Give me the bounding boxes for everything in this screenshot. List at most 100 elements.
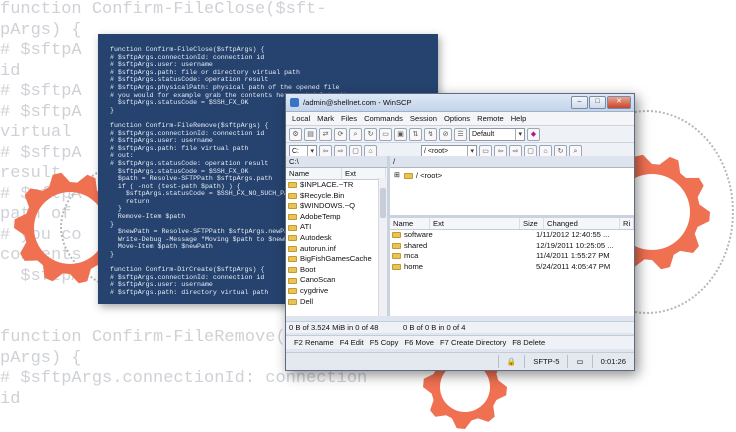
code-line: # $sftpArgs.connectionId: connection id [110, 53, 265, 61]
remote-col-changed[interactable]: Changed [544, 218, 620, 229]
transfer-icon[interactable]: ⇅ [409, 127, 422, 141]
remote-file-name: software [404, 230, 433, 239]
menu-help[interactable]: Help [511, 114, 527, 123]
code-line: # $sftpArgs.physicalPath: physical path … [110, 83, 340, 91]
local-file-row[interactable]: cygdrive [286, 286, 387, 297]
tree-item-root[interactable]: ⊞ / <root> [390, 171, 634, 182]
local-file-row[interactable]: BigFishGamesCache [286, 254, 387, 265]
menu-local[interactable]: Local [292, 114, 310, 123]
local-file-row[interactable]: $Recycle.Bin [286, 191, 387, 202]
folder-icon [288, 288, 297, 295]
f5-copy-button[interactable]: F5 Copy [370, 338, 399, 347]
folder-icon [392, 242, 401, 249]
menu-files[interactable]: Files [341, 114, 357, 123]
local-col-name[interactable]: Name [286, 168, 342, 179]
folder-icon [392, 253, 401, 260]
expand-icon: ⊞ [394, 172, 400, 179]
folder-icon [288, 203, 297, 210]
window-title: /admin@shellnet.com - WinSCP [303, 98, 412, 107]
menu-remote[interactable]: Remote [477, 114, 504, 123]
f4-edit-button[interactable]: F4 Edit [340, 338, 364, 347]
lock-icon: 🔒 [497, 355, 524, 368]
code-line: # $sftpArgs.path: file or directory virt… [110, 68, 300, 76]
transfer-settings-select[interactable]: Default ▾ [469, 127, 525, 141]
remote-dir-value: / <root> [424, 147, 449, 155]
minimize-button[interactable]: – [571, 96, 588, 109]
folder-icon [288, 214, 297, 221]
close-button[interactable]: ✕ [607, 96, 631, 109]
file-icon [288, 245, 297, 252]
folder-icon [392, 264, 401, 271]
folder-icon [288, 182, 297, 189]
folder-icon [288, 235, 297, 242]
local-file-row[interactable]: Dell [286, 297, 387, 308]
terminal-icon[interactable]: ▭ [379, 127, 392, 141]
remote-file-row[interactable]: shared 12/19/2011 10:25:05 ... [390, 241, 634, 252]
stop-icon[interactable]: ⊘ [439, 127, 452, 141]
remote-file-row[interactable]: mca 11/4/2011 1:55:27 PM [390, 251, 634, 262]
local-status: 0 B of 3.524 MiB in 0 of 48 [289, 323, 379, 332]
local-file-row[interactable]: Autodesk [286, 233, 387, 244]
f8-delete-button[interactable]: F8 Delete [512, 338, 545, 347]
app-icon [290, 98, 299, 107]
menu-mark[interactable]: Mark [317, 114, 334, 123]
preferences-icon[interactable]: ☰ [454, 127, 467, 141]
local-path: C:\ [286, 156, 387, 168]
maximize-button[interactable]: □ [589, 96, 606, 109]
local-file-name: Dell [300, 296, 314, 306]
winscp-window: /admin@shellnet.com - WinSCP – □ ✕ Local… [285, 93, 635, 371]
protocol-label: SFTP-5 [524, 355, 567, 368]
remote-col-rights[interactable]: Ri [620, 218, 634, 229]
remote-file-row[interactable]: home 5/24/2011 4:05:47 PM [390, 262, 634, 273]
compare-icon[interactable]: ⇄ [319, 127, 332, 141]
session-icon[interactable]: ◆ [527, 127, 540, 141]
folder-icon [288, 277, 297, 284]
synchronize-icon[interactable]: ⟳ [334, 127, 347, 141]
refresh-icon[interactable]: ↻ [364, 127, 377, 141]
remote-file-changed: 11/4/2011 1:55:27 PM [536, 251, 610, 261]
local-scrollbar[interactable] [378, 178, 387, 316]
f6-move-button[interactable]: F6 Move [404, 338, 434, 347]
remote-col-name[interactable]: Name [390, 218, 430, 229]
f7-create-directory-button[interactable]: F7 Create Directory [440, 338, 506, 347]
keep-uptodate-icon[interactable]: ↯ [424, 127, 437, 141]
local-file-row[interactable]: $WINDOWS.~Q [286, 201, 387, 212]
tree-root-label: / <root> [415, 171, 443, 180]
remote-column-header: Name Ext Size Changed Ri [390, 218, 634, 230]
remote-file-row[interactable]: software 1/11/2012 12:40:55 ... [390, 230, 634, 241]
local-file-name: ATI [300, 222, 312, 232]
local-column-header: Name Ext [286, 168, 387, 180]
remote-col-size[interactable]: Size [520, 218, 544, 229]
code-line: function Confirm-FileClose($sftpArgs) { [110, 46, 265, 53]
local-file-row[interactable]: CanoScan [286, 275, 387, 286]
folder-icon [288, 298, 297, 305]
session-timer: 0:01:26 [591, 355, 634, 368]
f2-rename-button[interactable]: F2 Rename [294, 338, 334, 347]
code-line: # $sftpArgs.user: username [110, 61, 213, 69]
menu-commands[interactable]: Commands [364, 114, 403, 123]
local-file-row[interactable]: Boot [286, 265, 387, 276]
background-code-line: # $sftpArgs.connectionId: connection [0, 369, 368, 388]
menu-bar: Local Mark Files Commands Session Option… [286, 112, 634, 126]
console-icon[interactable]: ▣ [394, 127, 407, 141]
remote-file-changed: 1/11/2012 12:40:55 ... [536, 230, 610, 239]
local-file-row[interactable]: AdobeTemp [286, 212, 387, 223]
remote-col-ext[interactable]: Ext [430, 218, 520, 229]
remote-path: / [390, 156, 634, 168]
connection-bar: 🔒 SFTP-5 ▭ 0:01:26 [286, 352, 634, 370]
local-file-row[interactable]: autorun.inf [286, 244, 387, 255]
local-file-name: $INPLACE.~TR [300, 180, 354, 189]
find-icon[interactable]: ⌕ [349, 127, 362, 141]
local-file-name: Boot [300, 264, 316, 274]
gear-icon[interactable]: ⚙ [289, 127, 302, 141]
menu-session[interactable]: Session [410, 114, 437, 123]
local-panel: C:\ Name Ext $INPLACE.~TR $Recycle.Bin $WI… [286, 156, 390, 316]
background-code-line: id [0, 389, 21, 408]
menu-options[interactable]: Options [444, 114, 470, 123]
local-file-name: CanoScan [300, 275, 336, 285]
queue-icon[interactable]: ▤ [304, 127, 317, 141]
folder-icon [288, 267, 297, 274]
remote-panel: / ⊞ / <root> Name Ext Size Changed Ri so… [390, 156, 634, 316]
local-file-row[interactable]: $INPLACE.~TR [286, 180, 387, 191]
local-file-row[interactable]: ATI [286, 222, 387, 233]
